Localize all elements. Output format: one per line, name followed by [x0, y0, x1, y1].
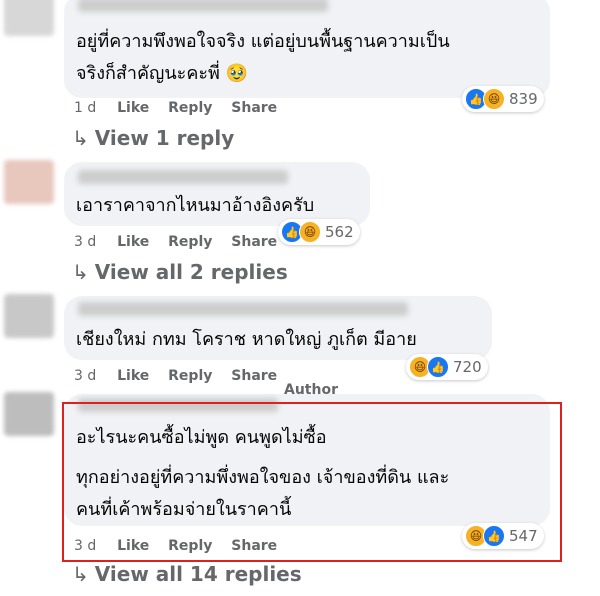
comment-bubble: เชียงใหม่ กทม โคราช หาดใหญ่ ภูเก็ต มีอาย [64, 296, 492, 360]
comment-bubble: อยู่ที่ความพึงพอใจจริง แต่อยู่บนพื้นฐานค… [64, 0, 550, 98]
reply-button[interactable]: Reply [168, 234, 212, 250]
avatar[interactable] [4, 294, 54, 338]
reaction-summary[interactable]: 👍 😆 562 [278, 219, 360, 245]
like-button[interactable]: Like [117, 368, 149, 384]
comment-bubble: เอาราคาจากไหนมาอ้างอิงครับ [64, 162, 370, 226]
comment-text: เชียงใหม่ กทม โคราช หาดใหญ่ ภูเก็ต มีอาย [76, 329, 417, 350]
comment-actions: 1 d Like Reply Share [74, 100, 291, 116]
commenter-name-blurred[interactable] [78, 170, 288, 184]
reply-button[interactable]: Reply [168, 100, 212, 116]
timestamp[interactable]: 3 d [74, 368, 96, 384]
reaction-summary[interactable]: 😆 👍 720 [406, 354, 488, 380]
avatar[interactable] [4, 392, 54, 436]
comment-text: จริงก็สำคัญนะคะพี่ 🥹 [76, 63, 249, 84]
share-button[interactable]: Share [231, 368, 277, 384]
like-reaction-icon: 👍 [427, 356, 449, 378]
view-replies-link[interactable]: ↳ View all 14 replies [72, 562, 302, 586]
avatar[interactable] [4, 0, 54, 36]
reaction-count: 562 [325, 223, 354, 241]
view-replies-label: View 1 reply [94, 126, 235, 150]
haha-reaction-icon: 😆 [483, 88, 505, 110]
timestamp[interactable]: 1 d [74, 100, 96, 116]
reply-arrow-icon: ↳ [72, 126, 89, 150]
reaction-count: 720 [453, 358, 482, 376]
view-replies-link[interactable]: ↳ View 1 reply [72, 126, 234, 150]
view-replies-label: View all 14 replies [94, 562, 302, 586]
avatar[interactable] [4, 160, 54, 204]
view-replies-link[interactable]: ↳ View all 2 replies [72, 260, 288, 284]
commenter-name-blurred[interactable] [78, 0, 328, 12]
comment-text: อยู่ที่ความพึงพอใจจริง แต่อยู่บนพื้นฐานค… [76, 31, 450, 52]
reaction-count: 839 [509, 90, 538, 108]
commenter-name-blurred[interactable] [78, 302, 408, 316]
view-replies-label: View all 2 replies [94, 260, 288, 284]
like-button[interactable]: Like [117, 100, 149, 116]
highlight-box [62, 402, 562, 562]
reaction-summary[interactable]: 👍 😆 839 [462, 86, 544, 112]
comment-text: เอาราคาจากไหนมาอ้างอิงครับ [76, 195, 315, 216]
timestamp[interactable]: 3 d [74, 234, 96, 250]
reply-arrow-icon: ↳ [72, 562, 89, 586]
like-button[interactable]: Like [117, 234, 149, 250]
reply-arrow-icon: ↳ [72, 260, 89, 284]
comment-actions: 3 d Like Reply Share [74, 234, 291, 250]
haha-reaction-icon: 😆 [299, 221, 321, 243]
share-button[interactable]: Share [231, 100, 277, 116]
author-badge: Author [284, 382, 338, 398]
reply-button[interactable]: Reply [168, 368, 212, 384]
share-button[interactable]: Share [231, 234, 277, 250]
comment-actions: 3 d Like Reply Share [74, 368, 291, 384]
